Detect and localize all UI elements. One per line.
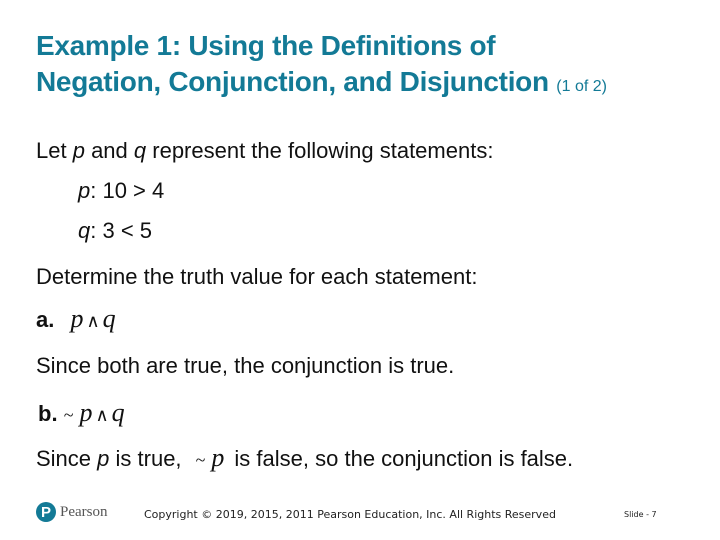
part-b-and-operator: ∧ (95, 405, 109, 425)
intro-line: Let p and q represent the following stat… (36, 138, 493, 164)
title-line-2: Negation, Conjunction, and Disjunction (… (36, 64, 607, 105)
part-b-label: b. (38, 401, 58, 426)
part-a-explanation: Since both are true, the conjunction is … (36, 353, 455, 378)
part-b-explanation: Since p is true, ~ p is false, so the conj… (36, 443, 573, 473)
statement-q-var: q (78, 218, 91, 243)
copyright-notice: Copyright © 2019, 2015, 2011 Pearson Edu… (144, 508, 556, 521)
title-line-2-text: Negation, Conjunction, and Disjunction (36, 66, 549, 97)
pearson-logo: P Pearson (36, 502, 108, 522)
statement-p-text: : 10 > 4 (90, 178, 165, 203)
part-a-var-q: q (102, 304, 116, 333)
part-b-expression: b. ~ p ∧ q (38, 398, 125, 428)
part-b-expl-negation: ~ (195, 450, 206, 470)
slide-number: Slide - 7 (624, 510, 657, 519)
intro-mid: and (84, 138, 134, 163)
statement-q: q: 3 < 5 (78, 218, 152, 244)
title-part-indicator: (1 of 2) (556, 78, 607, 95)
part-a-expression: a. p ∧ q (36, 304, 116, 334)
part-b-expl-post: is false, so the conjunction is false. (234, 446, 574, 471)
part-b-expl-pre: Since (36, 446, 98, 471)
statement-q-text: : 3 < 5 (90, 218, 153, 243)
part-b-expl-var-p: p (97, 446, 110, 471)
part-b-var-p: p (79, 398, 93, 427)
pearson-logo-text: Pearson (60, 503, 108, 520)
part-b-expl-mid: is true, (109, 446, 182, 471)
slide-title: Example 1: Using the Definitions of Nega… (36, 28, 607, 105)
intro-pre: Let (36, 138, 73, 163)
part-b-var-q: q (111, 398, 125, 427)
title-line-1: Example 1: Using the Definitions of (36, 30, 496, 61)
intro-var-p: p (72, 138, 85, 163)
intro-var-q: q (133, 138, 147, 163)
pearson-logo-icon: P (36, 502, 56, 522)
instruction: Determine the truth value for each state… (36, 264, 478, 289)
part-a-and-operator: ∧ (86, 311, 100, 331)
part-b-negation-operator: ~ (63, 405, 74, 425)
intro-post: represent the following statements: (146, 138, 494, 163)
part-b-expl-var-p2: p (211, 443, 225, 472)
statement-p-var: p (78, 178, 91, 203)
statement-p: p: 10 > 4 (78, 178, 164, 204)
part-a-var-p: p (70, 304, 84, 333)
part-a-label: a. (36, 307, 55, 332)
